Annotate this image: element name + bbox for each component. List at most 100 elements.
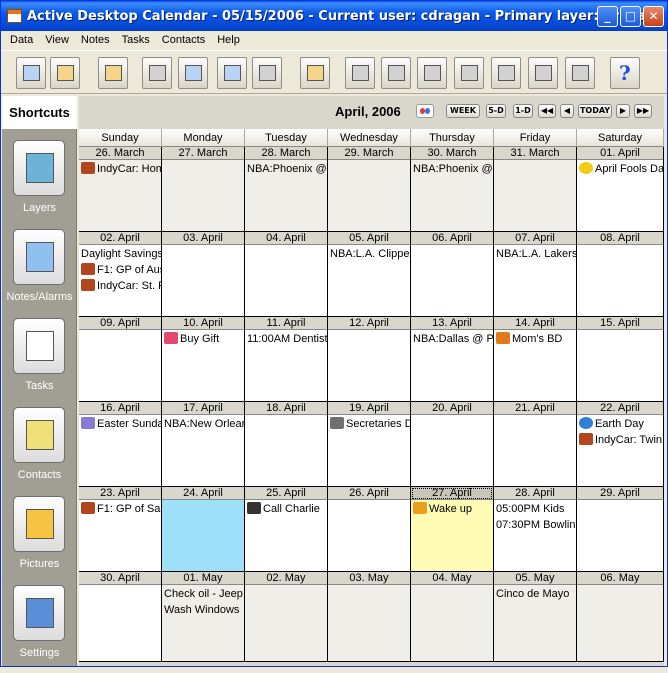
- day-cell[interactable]: 16. April Easter Sunday: [79, 402, 162, 487]
- menu-notes[interactable]: Notes: [75, 34, 116, 46]
- shortcut-settings[interactable]: Settings: [2, 585, 77, 673]
- nav-button-4[interactable]: ◀: [560, 104, 574, 118]
- calendar-event[interactable]: NBA:Phoenix @: [247, 162, 327, 177]
- calendar-event[interactable]: 07:30PM Bowling: [496, 518, 576, 533]
- day-cell[interactable]: 11. April 11:00AM Dentist: [245, 317, 328, 402]
- menu-help[interactable]: Help: [211, 34, 246, 46]
- layers-button[interactable]: [16, 57, 46, 89]
- move-top-button[interactable]: [491, 57, 521, 89]
- color-toggle-icon[interactable]: [416, 104, 434, 118]
- print-button[interactable]: [98, 57, 128, 89]
- nav-button-6[interactable]: ▶: [616, 104, 630, 118]
- checkbox-button[interactable]: [381, 57, 411, 89]
- calendar-event[interactable]: NBA:New Orleans: [164, 417, 244, 432]
- day-cell[interactable]: 26. April: [328, 487, 411, 572]
- day-cell[interactable]: 17. April NBA:New Orleans: [162, 402, 245, 487]
- calendar-event[interactable]: Wash Windows: [164, 603, 239, 618]
- nav-button-7[interactable]: ▶▶: [634, 104, 652, 118]
- calendar-event[interactable]: IndyCar: Hom: [81, 162, 161, 177]
- day-cell[interactable]: 05. April NBA:L.A. Clippers: [328, 232, 411, 317]
- day-cell[interactable]: 21. April: [494, 402, 577, 487]
- menu-tasks[interactable]: Tasks: [116, 34, 156, 46]
- menu-view[interactable]: View: [39, 34, 75, 46]
- day-cell[interactable]: 02. May: [245, 572, 328, 662]
- day-cell[interactable]: 10. April Buy Gift: [162, 317, 245, 402]
- new-note-button[interactable]: [50, 57, 80, 89]
- calendar-event[interactable]: Check oil - Jeep: [164, 587, 243, 602]
- edit-button[interactable]: [345, 57, 375, 89]
- move-bottom-button[interactable]: [528, 57, 558, 89]
- calendar-event[interactable]: IndyCar: Twin: [579, 433, 662, 448]
- day-cell[interactable]: 29. March: [328, 147, 411, 232]
- day-cell[interactable]: 15. April: [577, 317, 664, 402]
- calendar-event[interactable]: Cinco de Mayo: [496, 587, 569, 602]
- shortcut-tasks[interactable]: Tasks: [2, 318, 77, 406]
- day-cell[interactable]: 08. April: [577, 232, 664, 317]
- calendar-event[interactable]: Wake up: [413, 502, 472, 517]
- day-cell[interactable]: 18. April: [245, 402, 328, 487]
- calendar-event[interactable]: NBA:Dallas @ Pho: [413, 332, 493, 347]
- day-cell[interactable]: 27. March: [162, 147, 245, 232]
- day-cell[interactable]: 27. April Wake up: [411, 487, 494, 572]
- nav-button-1[interactable]: 5-D: [486, 104, 506, 118]
- calendar-event[interactable]: NBA:L.A. Lakers: [496, 247, 576, 262]
- calendar-event[interactable]: April Fools Day: [579, 162, 663, 177]
- day-cell[interactable]: 14. April Mom's BD: [494, 317, 577, 402]
- day-cell[interactable]: 03. April: [162, 232, 245, 317]
- delete-button[interactable]: [565, 57, 595, 89]
- day-cell[interactable]: 19. April Secretaries D: [328, 402, 411, 487]
- day-cell[interactable]: 22. April Earth Day IndyCar: Twin: [577, 402, 664, 487]
- search-button[interactable]: [178, 57, 208, 89]
- day-cell[interactable]: 02. April Daylight Savings F1: GP of Aus In…: [79, 232, 162, 317]
- calendar-event[interactable]: Earth Day: [579, 417, 644, 432]
- menu-data[interactable]: Data: [4, 34, 39, 46]
- calendar-event[interactable]: Buy Gift: [164, 332, 219, 347]
- day-cell[interactable]: 06. April: [411, 232, 494, 317]
- day-cell[interactable]: 09. April: [79, 317, 162, 402]
- shortcut-pictures[interactable]: Pictures: [2, 496, 77, 584]
- close-button[interactable]: ✕: [643, 6, 664, 27]
- calendar-event[interactable]: NBA:L.A. Clippers: [330, 247, 410, 262]
- help-button[interactable]: ?: [610, 57, 640, 89]
- nav-button-0[interactable]: WEEK: [446, 104, 480, 118]
- maximize-button[interactable]: □: [620, 6, 641, 27]
- day-cell[interactable]: 13. April NBA:Dallas @ Pho: [411, 317, 494, 402]
- title-bar[interactable]: Active Desktop Calendar - 05/15/2006 - C…: [1, 1, 667, 31]
- day-cell[interactable]: 04. April: [245, 232, 328, 317]
- calendar-event[interactable]: Easter Sunday: [81, 417, 161, 432]
- calendar-event[interactable]: F1: GP of Aus: [81, 263, 161, 278]
- tool-button[interactable]: [142, 57, 172, 89]
- day-cell[interactable]: 04. May: [411, 572, 494, 662]
- day-cell[interactable]: 01. May Check oil - Jeep Wash Windows: [162, 572, 245, 662]
- nav-button-2[interactable]: 1-D: [513, 104, 533, 118]
- day-cell[interactable]: 30. April: [79, 572, 162, 662]
- clipboard-button[interactable]: [300, 57, 330, 89]
- day-cell[interactable]: 01. April April Fools Day: [577, 147, 664, 232]
- day-cell[interactable]: 07. April NBA:L.A. Lakers: [494, 232, 577, 317]
- day-cell[interactable]: 25. April Call Charlie: [245, 487, 328, 572]
- calendar-event[interactable]: IndyCar: St. P: [81, 279, 161, 294]
- shortcut-contacts[interactable]: Contacts: [2, 407, 77, 495]
- day-cell[interactable]: 31. March: [494, 147, 577, 232]
- calendar-event[interactable]: Call Charlie: [247, 502, 320, 517]
- calendar-event[interactable]: Mom's BD: [496, 332, 562, 347]
- nav-button-5[interactable]: TODAY: [578, 104, 612, 118]
- day-cell[interactable]: 28. April 05:00PM Kids 07:30PM Bowling: [494, 487, 577, 572]
- move-down-button[interactable]: [454, 57, 484, 89]
- day-cell[interactable]: 28. March NBA:Phoenix @: [245, 147, 328, 232]
- calendar-event[interactable]: F1: GP of San: [81, 502, 161, 517]
- export-button[interactable]: [217, 57, 247, 89]
- calendar-event[interactable]: NBA:Phoenix @: [413, 162, 493, 177]
- nav-button-3[interactable]: ◀◀: [538, 104, 556, 118]
- day-cell[interactable]: 29. April: [577, 487, 664, 572]
- day-cell[interactable]: 12. April: [328, 317, 411, 402]
- shortcut-layers[interactable]: Layers: [2, 140, 77, 228]
- calendar-event[interactable]: 05:00PM Kids: [496, 502, 564, 517]
- day-cell[interactable]: 30. March NBA:Phoenix @: [411, 147, 494, 232]
- day-cell[interactable]: 23. April F1: GP of San: [79, 487, 162, 572]
- calendar-event[interactable]: Daylight Savings: [81, 247, 161, 262]
- minimize-button[interactable]: _: [597, 6, 618, 27]
- move-up-button[interactable]: [417, 57, 447, 89]
- day-cell[interactable]: 26. March IndyCar: Hom: [79, 147, 162, 232]
- day-cell[interactable]: 06. May: [577, 572, 664, 662]
